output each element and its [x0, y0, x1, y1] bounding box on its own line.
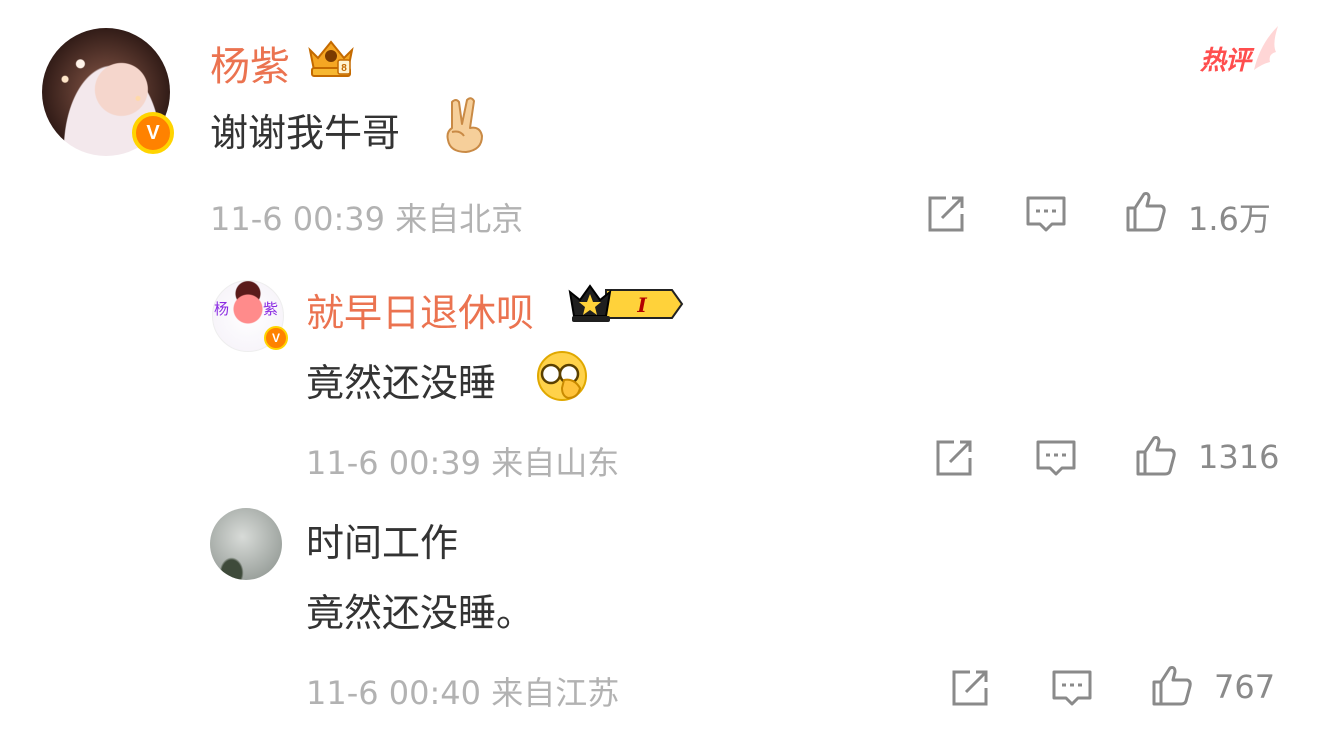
comment-list: V 杨紫 8 谢谢我牛哥 11-6 00:39 来自北京 热评 1.6万 杨 紫… — [0, 0, 1320, 738]
avatar-image — [210, 508, 282, 580]
avatar-text: 紫 — [262, 300, 278, 318]
crown-badge-icon[interactable]: 8 — [304, 36, 358, 80]
share-icon[interactable] — [948, 666, 992, 710]
like-count: 1.6万 — [1188, 200, 1271, 238]
verified-badge-icon: V — [264, 326, 288, 350]
peace-emoji-icon — [446, 97, 483, 153]
comment-time: 11-6 00:40 — [306, 674, 482, 712]
share-icon[interactable] — [932, 436, 976, 480]
hot-comment-tag: 热评 — [1200, 26, 1280, 76]
comment-location: 来自北京 — [395, 200, 524, 238]
avatar[interactable]: 杨 紫 V — [212, 280, 288, 352]
comment-location: 来自山东 — [491, 444, 620, 482]
comment-location: 来自江苏 — [491, 674, 620, 712]
like-icon[interactable] — [1150, 664, 1194, 708]
comment-icon[interactable] — [1050, 666, 1094, 710]
comment-text: 谢谢我牛哥 — [210, 111, 401, 155]
like-count: 1316 — [1198, 438, 1280, 476]
facepalm-emoji-icon — [537, 351, 587, 401]
comment-icon[interactable] — [1024, 192, 1068, 236]
comment-time: 11-6 00:39 — [306, 444, 482, 482]
comment-icon[interactable] — [1034, 436, 1078, 480]
username[interactable]: 杨紫 — [210, 34, 290, 92]
avatar[interactable]: V — [42, 28, 174, 156]
comment-meta: 11-6 00:39 来自山东 — [306, 438, 619, 484]
share-icon[interactable] — [924, 192, 968, 236]
svg-text:I: I — [636, 293, 647, 317]
comment-meta: 11-6 00:39 来自北京 — [210, 194, 523, 240]
like-count: 767 — [1214, 668, 1276, 706]
avatar-text: 杨 — [214, 300, 230, 318]
username[interactable]: 就早日退休呗 — [306, 282, 534, 337]
username[interactable]: 时间工作 — [306, 512, 458, 567]
svg-text:8: 8 — [341, 63, 347, 74]
comment-meta: 11-6 00:40 来自江苏 — [306, 668, 619, 714]
avatar[interactable] — [210, 508, 282, 580]
comment-text: 竟然还没睡 — [306, 361, 497, 405]
verified-badge-icon: V — [132, 112, 174, 154]
like-icon[interactable] — [1124, 190, 1168, 234]
comment-time: 11-6 00:39 — [210, 200, 386, 238]
wing-icon — [1254, 26, 1278, 70]
like-icon[interactable] — [1134, 434, 1178, 478]
hot-tag-label: 热评 — [1200, 46, 1251, 76]
comment-text: 竟然还没睡。 — [306, 591, 535, 635]
crown-member-icon[interactable]: I — [566, 282, 684, 326]
